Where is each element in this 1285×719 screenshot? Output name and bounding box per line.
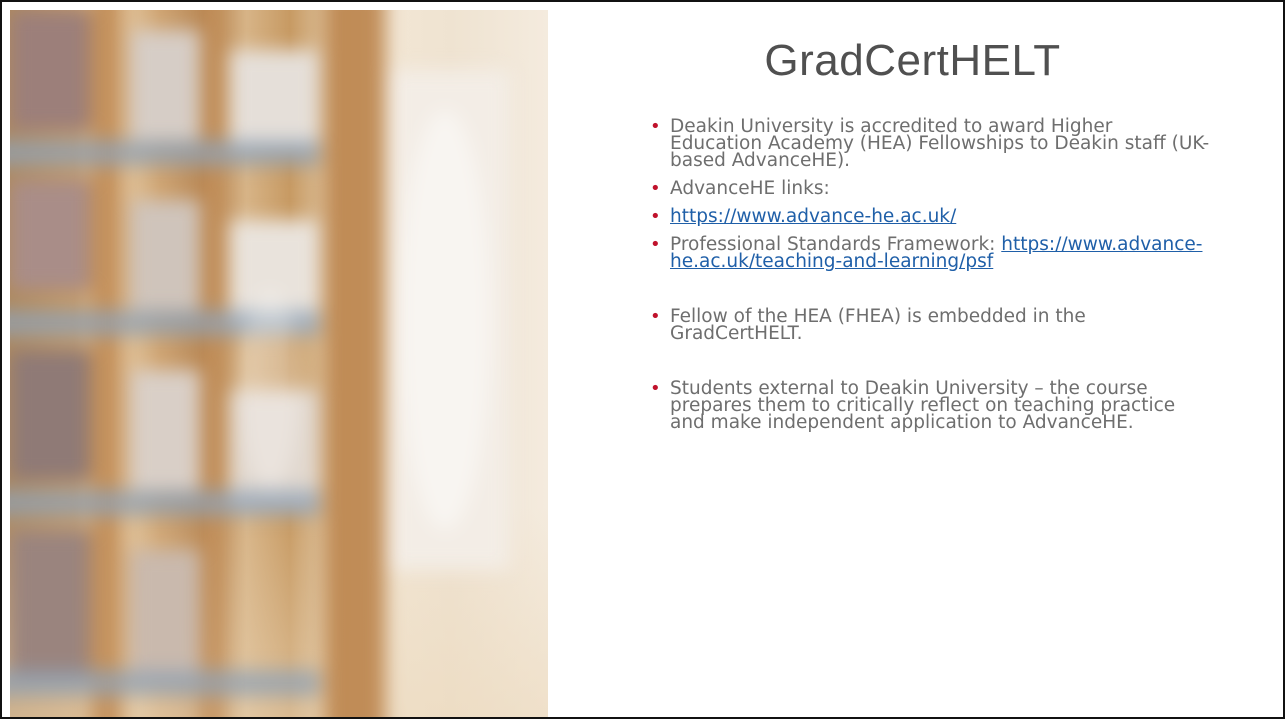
books-block — [130, 370, 200, 490]
bullet-dot-icon: • — [650, 206, 661, 227]
bullet-item: • AdvanceHE links: — [650, 178, 1210, 199]
advancehe-home-link[interactable]: https://www.advance-he.ac.uk/ — [670, 206, 956, 227]
books-block — [130, 30, 200, 140]
bullet-text: AdvanceHE links: — [670, 178, 830, 199]
shelf-pillar — [90, 10, 124, 717]
library-bookshelf-photo — [10, 10, 548, 717]
bullet-text: Deakin University is accredited to award… — [670, 116, 1210, 171]
books-block — [230, 50, 320, 150]
slide: GradCertHELT • Deakin University is accr… — [0, 0, 1285, 719]
bullet-text: Students external to Deakin University –… — [670, 378, 1176, 433]
slide-title: GradCertHELT — [764, 36, 1061, 85]
shelf-edge — [10, 490, 320, 516]
bullet-text: Fellow of the HEA (FHEA) is embedded in … — [670, 306, 1086, 344]
bullet-dot-icon: • — [650, 116, 661, 137]
shelf-pillar — [325, 10, 385, 717]
bullet-item: • https://www.advance-he.ac.uk/ — [650, 206, 1210, 227]
bullet-dot-icon: • — [650, 306, 661, 327]
books-block — [10, 10, 90, 130]
bullet-item: • Fellow of the HEA (FHEA) is embedded i… — [650, 306, 1210, 344]
shelf-edge — [10, 140, 320, 166]
bullet-dot-icon: • — [650, 178, 661, 199]
light-glow — [400, 110, 490, 530]
shelf-edge — [10, 670, 320, 696]
slide-content: GradCertHELT • Deakin University is accr… — [550, 10, 1275, 709]
shelf-pillar — [200, 10, 226, 717]
bullet-dot-icon: • — [650, 378, 661, 399]
books-block — [10, 530, 90, 680]
bullet-list: • Deakin University is accredited to awa… — [650, 116, 1210, 442]
books-block — [10, 180, 90, 290]
light-glow — [240, 290, 300, 490]
bullet-item: • Professional Standards Framework: http… — [650, 234, 1210, 271]
books-block — [130, 200, 200, 310]
books-block — [130, 550, 200, 680]
bullet-item: • Students external to Deakin University… — [650, 378, 1210, 433]
books-block — [10, 350, 90, 480]
photo-blur-layer — [10, 10, 548, 717]
bullet-item: • Deakin University is accredited to awa… — [650, 116, 1210, 171]
bullet-dot-icon: • — [650, 234, 661, 255]
